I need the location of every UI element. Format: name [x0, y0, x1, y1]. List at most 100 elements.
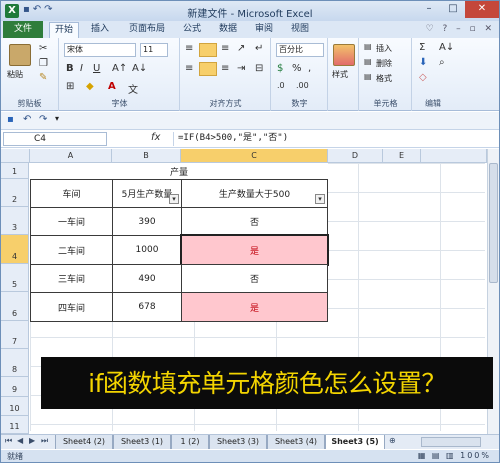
- fill-color-icon[interactable]: ◆: [86, 81, 94, 92]
- tab-page-layout[interactable]: 页面布局: [121, 22, 173, 38]
- row-header-2[interactable]: 2: [1, 179, 29, 207]
- select-all-corner[interactable]: [1, 149, 30, 163]
- cut-icon[interactable]: ✂: [39, 43, 47, 54]
- table-cell-result-selected[interactable]: 是: [180, 234, 329, 266]
- column-header-f[interactable]: [421, 149, 487, 163]
- comma-button[interactable]: ,: [308, 63, 311, 74]
- align-bottom-icon[interactable]: ≡: [221, 43, 229, 54]
- row-header-3[interactable]: 3: [1, 207, 29, 235]
- horizontal-scrollbar[interactable]: [421, 437, 481, 447]
- prev-sheet-icon[interactable]: ◀: [17, 436, 23, 445]
- table-cell-qty[interactable]: 390: [112, 207, 182, 236]
- next-sheet-icon[interactable]: ▶: [29, 436, 35, 445]
- sheet-tab[interactable]: 1 (2): [171, 435, 209, 449]
- minimize-button[interactable]: –: [417, 1, 441, 18]
- paste-label[interactable]: 粘贴: [7, 69, 23, 80]
- save-qat-icon[interactable]: ▪: [7, 114, 14, 125]
- row-header-7[interactable]: 7: [1, 321, 29, 349]
- styles-icon[interactable]: [333, 44, 355, 66]
- row-header-6[interactable]: 6: [1, 292, 29, 321]
- header-may-qty[interactable]: 5月生产数量 ▾: [112, 179, 182, 208]
- tab-home[interactable]: 开始: [49, 22, 79, 38]
- table-cell-result[interactable]: 否: [181, 207, 328, 236]
- copy-icon[interactable]: ❐: [39, 58, 48, 69]
- tab-formulas[interactable]: 公式: [177, 22, 207, 38]
- font-size-select[interactable]: 11: [140, 43, 168, 57]
- align-left-icon[interactable]: ≡: [185, 63, 193, 74]
- table-cell-workshop[interactable]: 一车间: [30, 207, 113, 236]
- row-header-10[interactable]: 10: [1, 397, 29, 416]
- filter-dropdown-icon[interactable]: ▾: [315, 194, 325, 204]
- styles-label[interactable]: 样式: [332, 69, 348, 80]
- redo-qat-icon[interactable]: ↷: [39, 114, 47, 125]
- sort-filter-icon[interactable]: A↓: [439, 42, 454, 53]
- tab-view[interactable]: 视图: [285, 22, 315, 38]
- column-header-d[interactable]: D: [328, 149, 383, 163]
- tab-insert[interactable]: 插入: [85, 22, 115, 38]
- sheet-tab[interactable]: Sheet3 (1): [113, 435, 171, 449]
- format-cells-button[interactable]: 格式: [376, 73, 392, 84]
- number-format-select[interactable]: 百分比: [276, 43, 324, 57]
- column-header-a[interactable]: A: [30, 149, 112, 163]
- tab-review[interactable]: 审阅: [249, 22, 279, 38]
- filter-dropdown-icon[interactable]: ▾: [169, 194, 179, 204]
- fx-icon[interactable]: fx: [151, 132, 160, 143]
- row-header-11[interactable]: 11: [1, 416, 29, 434]
- border-icon[interactable]: ⊞: [66, 81, 74, 92]
- table-cell-qty[interactable]: 490: [112, 264, 182, 293]
- table-cell-qty[interactable]: 1000: [112, 235, 182, 265]
- fill-down-icon[interactable]: ⬇: [419, 57, 427, 68]
- format-painter-icon[interactable]: ✎: [39, 72, 47, 83]
- row-header-4[interactable]: 4: [1, 235, 29, 264]
- align-top-icon[interactable]: ≡: [185, 43, 193, 54]
- sheet-tab-active[interactable]: Sheet3 (5): [325, 435, 385, 449]
- find-select-icon[interactable]: ⌕: [439, 57, 445, 68]
- table-title[interactable]: 产量: [30, 163, 328, 179]
- tab-file[interactable]: 文件: [3, 21, 43, 38]
- row-header-5[interactable]: 5: [1, 264, 29, 292]
- align-middle-button[interactable]: [199, 43, 217, 57]
- percent-button[interactable]: %: [292, 63, 302, 74]
- font-shrink-icon[interactable]: A↓: [132, 63, 147, 74]
- indent-icon[interactable]: ⇥: [237, 63, 245, 74]
- ribbon-help-icons[interactable]: ♡ ? – ▫ ✕: [426, 24, 495, 34]
- table-cell-result[interactable]: 否: [181, 264, 328, 293]
- table-cell-workshop[interactable]: 三车间: [30, 264, 113, 293]
- delete-cells-icon[interactable]: ▤: [364, 57, 372, 66]
- font-name-select[interactable]: 宋体: [64, 43, 136, 57]
- maximize-button[interactable]: □: [441, 1, 465, 18]
- column-header-e[interactable]: E: [383, 149, 421, 163]
- sheet-tab[interactable]: Sheet4 (2): [55, 435, 113, 449]
- undo-qat-icon[interactable]: ↶: [23, 114, 31, 125]
- sheet-tab[interactable]: Sheet3 (4): [267, 435, 325, 449]
- name-box[interactable]: C4: [3, 132, 107, 146]
- column-header-b[interactable]: B: [112, 149, 181, 163]
- row-header-1[interactable]: 1: [1, 163, 29, 179]
- insert-cells-button[interactable]: 插入: [376, 43, 392, 54]
- formula-input[interactable]: =IF(B4>500,"是","否"): [173, 132, 497, 146]
- close-button[interactable]: ✕: [465, 1, 499, 18]
- italic-button[interactable]: I: [80, 63, 83, 74]
- font-grow-icon[interactable]: A↑: [112, 63, 127, 74]
- orientation-icon[interactable]: ↗: [237, 43, 245, 54]
- table-cell-qty[interactable]: 678: [112, 292, 182, 322]
- bold-button[interactable]: B: [66, 63, 74, 74]
- align-right-icon[interactable]: ≡: [221, 63, 229, 74]
- scrollbar-thumb[interactable]: [489, 163, 498, 283]
- font-color-button[interactable]: A: [108, 81, 116, 92]
- underline-button[interactable]: U: [93, 63, 100, 74]
- table-cell-result[interactable]: 是: [181, 292, 328, 322]
- currency-icon[interactable]: $: [277, 63, 283, 74]
- format-cells-icon[interactable]: ▤: [364, 72, 372, 81]
- increase-decimal-icon[interactable]: .0: [277, 81, 285, 90]
- customize-qat-icon[interactable]: ▾: [55, 114, 59, 123]
- clear-icon[interactable]: ◇: [419, 72, 427, 83]
- wrap-text-icon[interactable]: ↵: [255, 43, 263, 54]
- new-sheet-icon[interactable]: ⊕: [389, 436, 396, 445]
- table-cell-workshop[interactable]: 二车间: [30, 235, 113, 265]
- insert-cells-icon[interactable]: ▤: [364, 42, 372, 51]
- last-sheet-icon[interactable]: ⏭: [41, 436, 48, 446]
- column-header-c[interactable]: C: [181, 149, 328, 163]
- align-center-button[interactable]: [199, 62, 217, 76]
- paste-icon[interactable]: [9, 44, 31, 66]
